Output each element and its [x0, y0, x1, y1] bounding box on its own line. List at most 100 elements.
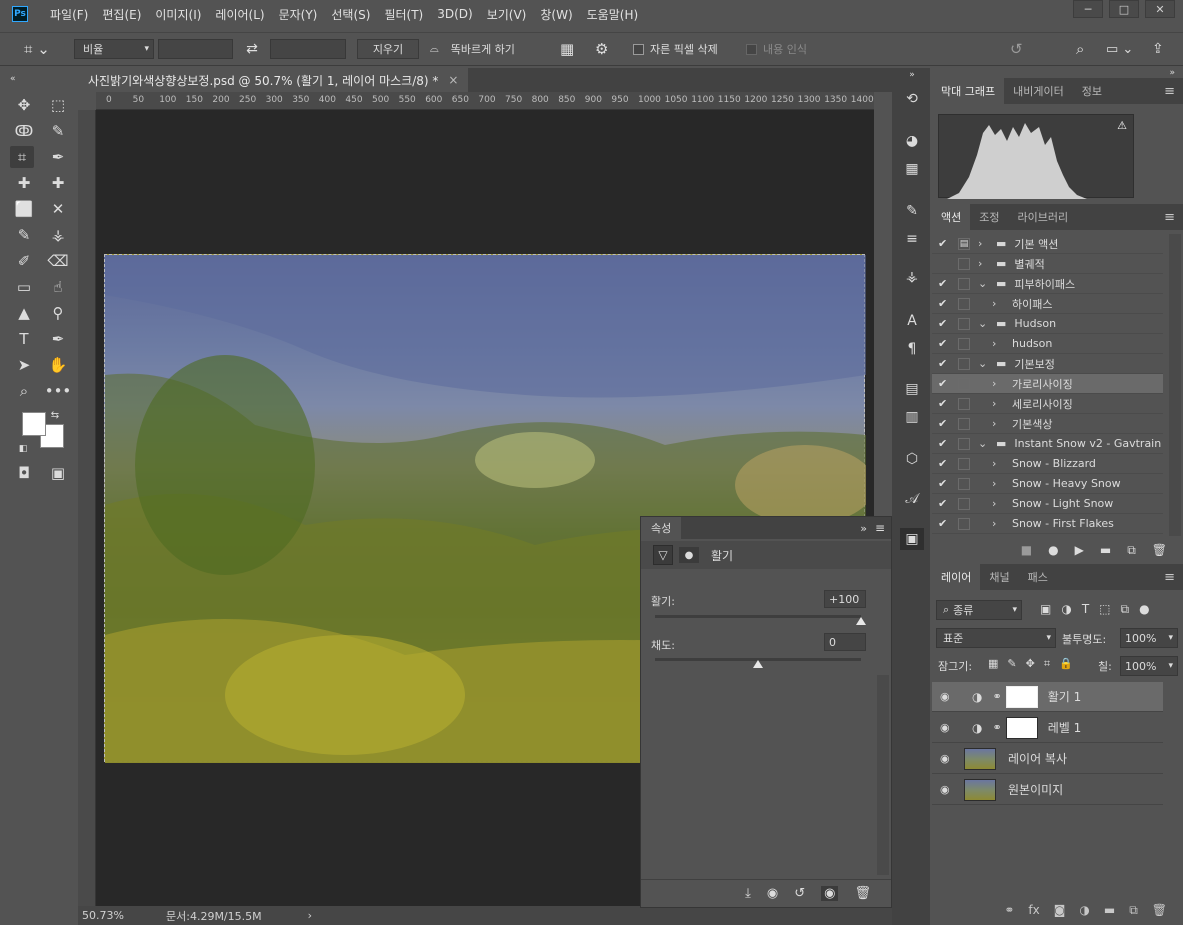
- toggle-checkmark-icon[interactable]: ✔: [938, 457, 952, 470]
- chevron-right-icon[interactable]: ›: [992, 377, 1004, 390]
- clone-source-icon[interactable]: ⚶: [900, 266, 924, 288]
- layer-thumbnail[interactable]: [964, 747, 996, 770]
- blur-tool-icon[interactable]: ▲: [12, 302, 36, 324]
- tab-layers[interactable]: 레이어: [932, 564, 981, 590]
- properties-scrollbar[interactable]: [877, 675, 889, 875]
- dialog-toggle-icon[interactable]: [958, 477, 970, 490]
- trash-icon[interactable]: 🗑: [854, 886, 871, 901]
- new-group-icon[interactable]: ▬: [1104, 903, 1115, 917]
- dodge-tool-icon[interactable]: ⚲: [46, 302, 70, 324]
- reset-icon[interactable]: ↺: [1010, 39, 1030, 59]
- share-icon[interactable]: ⇪: [1152, 39, 1172, 59]
- layer-row[interactable]: ◉ ◑ ⚭ 활기 1: [932, 682, 1163, 712]
- close-button[interactable]: ✕: [1145, 0, 1175, 18]
- image-filter-icon[interactable]: ▣: [1040, 602, 1051, 617]
- tab-navigator[interactable]: 내비게이터: [1004, 78, 1073, 104]
- swap-colors-icon[interactable]: ⇆: [48, 408, 62, 422]
- crop-height-input[interactable]: [270, 39, 346, 59]
- straighten-button[interactable]: ⌓ 똑바르게 하기: [430, 39, 540, 59]
- dialog-toggle-icon[interactable]: [958, 437, 970, 450]
- clone-stamp-tool-icon[interactable]: ⚶: [46, 224, 70, 246]
- chevron-right-icon[interactable]: ›: [992, 517, 1004, 530]
- crop-ratio-select[interactable]: 비율 ▾: [74, 39, 154, 59]
- new-layer-icon[interactable]: ⧉: [1129, 903, 1138, 918]
- visibility-eye-icon[interactable]: ◉: [940, 721, 958, 734]
- smart-object-filter-icon[interactable]: ⧉: [1121, 602, 1130, 617]
- history-icon[interactable]: ⟲: [900, 88, 924, 110]
- dialog-toggle-icon[interactable]: ▤: [958, 237, 970, 250]
- chevron-right-icon[interactable]: ›: [992, 397, 1004, 410]
- action-row[interactable]: › ▬ 별궤적: [932, 254, 1163, 274]
- zoom-tool-icon[interactable]: ⌕: [12, 380, 36, 402]
- vibrance-slider-track[interactable]: [655, 615, 861, 618]
- path-select-tool-icon[interactable]: ➤: [12, 354, 36, 376]
- menu-filter[interactable]: 필터(T): [384, 6, 423, 23]
- actions-scrollbar[interactable]: [1169, 234, 1181, 536]
- history-brush-tool-icon[interactable]: ✐: [12, 250, 36, 272]
- chevron-down-icon[interactable]: ⌄: [978, 277, 990, 290]
- layer-mask-thumbnail[interactable]: [1005, 685, 1038, 708]
- action-row[interactable]: ✔ › 기본색상: [932, 414, 1163, 434]
- quick-mask-icon[interactable]: ◘: [12, 462, 36, 484]
- lock-artboard-icon[interactable]: ⌗: [1044, 657, 1050, 671]
- play-icon[interactable]: ▶: [1075, 543, 1084, 557]
- notes-icon[interactable]: ▥: [900, 406, 924, 428]
- character-styles-icon[interactable]: 𝒜: [900, 488, 924, 510]
- screen-mode-icon[interactable]: ▣: [46, 462, 70, 484]
- character-icon[interactable]: A: [900, 310, 924, 332]
- new-action-icon[interactable]: ⧉: [1127, 543, 1136, 558]
- delete-cropped-pixels-checkbox[interactable]: 자른 픽셀 삭제: [633, 39, 743, 59]
- link-icon[interactable]: ⚭: [992, 721, 1001, 734]
- dialog-toggle-icon[interactable]: [958, 277, 970, 290]
- color-palette-icon[interactable]: ◕: [900, 130, 924, 152]
- glyphs-icon[interactable]: ▤: [900, 378, 924, 400]
- panel-menu-icon[interactable]: ≡: [1164, 210, 1175, 225]
- tab-paths[interactable]: 패스: [1019, 564, 1057, 590]
- trash-icon[interactable]: 🗑: [1152, 903, 1167, 917]
- fill-input[interactable]: 100% ▾: [1120, 656, 1178, 676]
- clear-button[interactable]: 지우기: [357, 39, 419, 59]
- toggle-checkmark-icon[interactable]: ✔: [938, 397, 952, 410]
- swatches-icon[interactable]: ▦: [900, 158, 924, 180]
- properties-tab[interactable]: 속성: [641, 517, 682, 539]
- eyedropper-tool-icon[interactable]: ✒: [46, 146, 70, 168]
- gradient-tool-icon[interactable]: ▭: [12, 276, 36, 298]
- toggle-checkmark-icon[interactable]: ✔: [938, 477, 952, 490]
- marquee-tool-icon[interactable]: ⬚: [46, 94, 70, 116]
- mask-icon[interactable]: ●: [679, 547, 699, 563]
- minimize-button[interactable]: ─: [1073, 0, 1103, 18]
- type-filter-icon[interactable]: T: [1082, 602, 1089, 617]
- new-adjustment-icon[interactable]: ◑: [1079, 903, 1089, 917]
- saturation-slider-thumb[interactable]: [753, 660, 763, 668]
- dialog-toggle-icon[interactable]: [958, 497, 970, 510]
- visibility-eye-icon[interactable]: ◉: [940, 752, 958, 765]
- layer-filter-select[interactable]: ⌕ 종류 ▾: [936, 600, 1022, 620]
- dialog-toggle-icon[interactable]: [958, 457, 970, 470]
- chevron-right-icon[interactable]: ›: [992, 457, 1004, 470]
- panel-menu-icon[interactable]: ≡: [1164, 84, 1175, 99]
- layer-row[interactable]: ◉ ◑ ⚭ 레벨 1: [932, 713, 1163, 743]
- link-layers-icon[interactable]: ⚭: [1004, 903, 1014, 917]
- action-row[interactable]: ✔ ⌄ ▬ Hudson: [932, 314, 1163, 334]
- chevron-down-icon[interactable]: ⌄: [978, 317, 990, 330]
- layer-thumbnail[interactable]: [964, 778, 996, 801]
- dialog-toggle-icon[interactable]: [958, 417, 970, 430]
- record-icon[interactable]: ●: [1048, 543, 1058, 557]
- action-row[interactable]: ✔ ▤ › ▬ 기본 액션: [932, 234, 1163, 254]
- menu-type[interactable]: 문자(Y): [279, 6, 318, 23]
- vibrance-slider-thumb[interactable]: [856, 617, 866, 625]
- visibility-eye-icon[interactable]: ◉: [940, 783, 958, 796]
- adjustment-filter-icon[interactable]: ◑: [1061, 602, 1071, 617]
- dialog-toggle-icon[interactable]: [958, 297, 970, 310]
- collapse-arrows-icon[interactable]: »: [900, 68, 924, 82]
- new-set-folder-icon[interactable]: ▬: [1100, 543, 1111, 557]
- tab-adjustments[interactable]: 조정: [970, 204, 1008, 230]
- toggle-checkmark-icon[interactable]: ✔: [938, 317, 952, 330]
- action-row[interactable]: ✔ › Snow - Light Snow: [932, 494, 1163, 514]
- toggle-checkmark-icon[interactable]: ✔: [938, 277, 952, 290]
- content-aware-move-icon[interactable]: ✕: [46, 198, 70, 220]
- layer-row[interactable]: ◉ 원본이미지: [932, 775, 1163, 805]
- clip-to-layer-icon[interactable]: ⤓: [745, 886, 751, 901]
- view-previous-icon[interactable]: ◉: [767, 886, 778, 901]
- visibility-eye-icon[interactable]: ◉: [940, 690, 958, 703]
